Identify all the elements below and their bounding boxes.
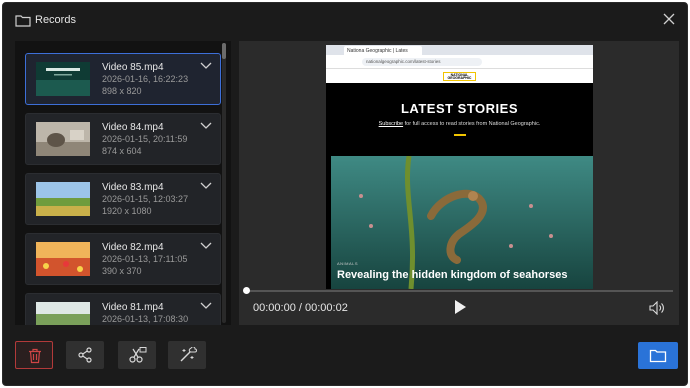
record-name: Video 83.mp4 xyxy=(102,182,164,193)
story-category: ANIMALS xyxy=(337,261,359,266)
accent-bar xyxy=(454,134,466,136)
seek-bar[interactable] xyxy=(243,287,673,294)
record-name: Video 85.mp4 xyxy=(102,62,164,73)
video-frame[interactable]: Nationa Geographic | Lates nationalgeogr… xyxy=(326,45,593,289)
record-resolution: 1920 x 1080 xyxy=(102,206,152,216)
list-item[interactable]: Video 84.mp4 2026-01-15, 20:11:59 874 x … xyxy=(25,113,221,165)
magic-wand-icon xyxy=(180,347,197,362)
video-thumbnail xyxy=(36,242,90,276)
chevron-down-icon[interactable] xyxy=(200,242,212,250)
records-list[interactable]: Video 85.mp4 2026-01-16, 16:22:23 898 x … xyxy=(15,41,231,325)
playback-time: 00:00:00 / 00:00:02 xyxy=(253,302,348,314)
video-thumbnail xyxy=(36,122,90,156)
story-title: Revealing the hidden kingdom of seahorse… xyxy=(337,269,568,281)
record-date: 2026-01-13, 17:11:05 xyxy=(102,254,188,264)
share-icon xyxy=(78,347,92,363)
list-item[interactable]: Video 82.mp4 2026-01-13, 17:11:05 390 x … xyxy=(25,233,221,285)
browser-address-bar: nationalgeographic.com/latest-stories xyxy=(326,55,593,69)
record-name: Video 82.mp4 xyxy=(102,242,164,253)
subscribe-text: for full access to read stories from Nat… xyxy=(403,121,541,127)
chevron-down-icon[interactable] xyxy=(200,122,212,130)
folder-icon xyxy=(649,349,667,363)
video-thumbnail xyxy=(36,62,90,96)
site-hero: LATEST STORIES Subscribe for full access… xyxy=(326,83,593,289)
natgeo-logo: NATIONAL GEOGRAPHIC xyxy=(443,72,476,81)
title-bar: Records xyxy=(3,3,687,37)
window-title: Records xyxy=(35,14,76,26)
seek-handle[interactable] xyxy=(243,287,250,294)
list-item[interactable]: Video 83.mp4 2026-01-15, 12:03:27 1920 x… xyxy=(25,173,221,225)
list-scrollbar[interactable] xyxy=(222,43,226,323)
chevron-down-icon[interactable] xyxy=(200,182,212,190)
trim-button[interactable] xyxy=(118,341,156,369)
subscribe-line: Subscribe for full access to read storie… xyxy=(326,121,593,127)
delete-button[interactable] xyxy=(15,341,53,369)
record-resolution: 898 x 820 xyxy=(102,86,142,96)
list-item[interactable]: Video 85.mp4 2026-01-16, 16:22:23 898 x … xyxy=(25,53,221,105)
chevron-down-icon[interactable] xyxy=(200,302,212,310)
site-header: NATIONAL GEOGRAPHIC xyxy=(326,69,593,83)
share-button[interactable] xyxy=(66,341,104,369)
volume-icon[interactable] xyxy=(649,301,665,315)
close-icon[interactable] xyxy=(661,11,677,27)
browser-url: nationalgeographic.com/latest-stories xyxy=(362,58,482,66)
open-folder-button[interactable] xyxy=(638,342,678,369)
list-item[interactable]: Video 81.mp4 2026-01-13, 17:08:30 xyxy=(25,293,221,325)
record-date: 2026-01-15, 20:11:59 xyxy=(102,134,188,144)
video-thumbnail xyxy=(36,182,90,216)
trash-icon xyxy=(29,348,41,364)
record-date: 2026-01-15, 12:03:27 xyxy=(102,194,189,204)
video-player: Nationa Geographic | Lates nationalgeogr… xyxy=(239,41,679,325)
record-resolution: 390 x 370 xyxy=(102,266,142,276)
browser-tab: Nationa Geographic | Lates xyxy=(344,46,422,55)
record-date: 2026-01-16, 16:22:23 xyxy=(102,74,189,84)
record-name: Video 84.mp4 xyxy=(102,122,164,133)
subscribe-link: Subscribe xyxy=(378,121,404,127)
scrollbar-thumb[interactable] xyxy=(222,43,226,59)
records-window: Records Video 85.mp4 2026-01-16, 16:22:2… xyxy=(2,2,688,386)
enhance-button[interactable] xyxy=(168,341,206,369)
record-resolution: 874 x 604 xyxy=(102,146,142,156)
record-name: Video 81.mp4 xyxy=(102,302,164,313)
latest-stories-heading: LATEST STORIES xyxy=(400,101,519,116)
record-date: 2026-01-13, 17:08:30 xyxy=(102,314,189,324)
scissors-icon xyxy=(129,347,147,363)
video-thumbnail xyxy=(36,302,90,325)
folder-icon xyxy=(15,15,31,27)
play-icon[interactable] xyxy=(453,299,467,315)
browser-tab-bar: Nationa Geographic | Lates xyxy=(326,45,593,55)
chevron-down-icon[interactable] xyxy=(200,62,212,70)
